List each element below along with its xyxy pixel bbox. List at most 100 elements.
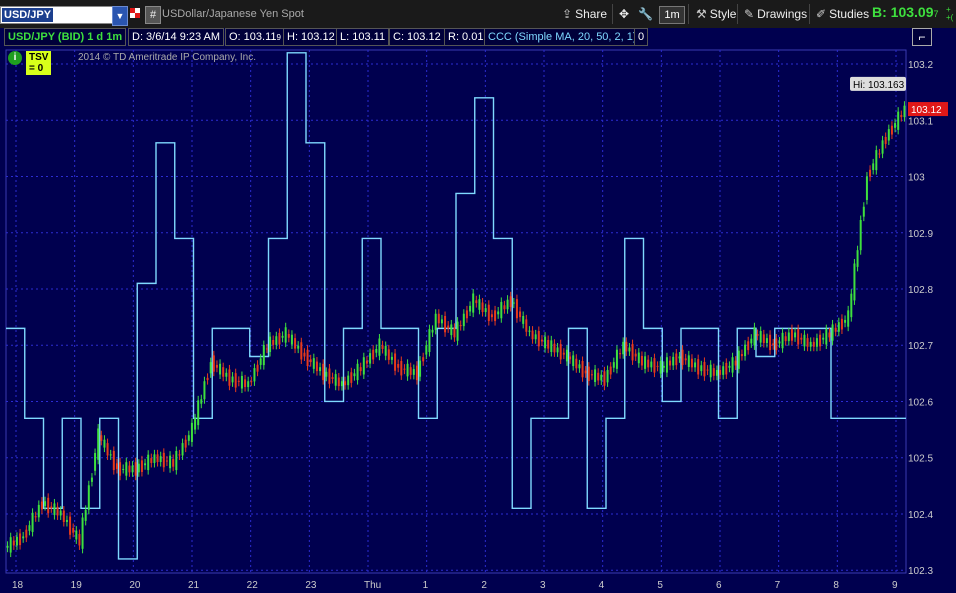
candle-body xyxy=(481,302,484,313)
studies-label: Studies xyxy=(829,7,870,21)
candle-body xyxy=(487,304,490,322)
price-chart[interactable]: 103.2 103.1 103 102.9 102.8 102.7 102.6 102.5 10… xyxy=(0,28,956,593)
candle-body xyxy=(647,359,650,368)
candle-body xyxy=(403,368,406,370)
candle-body xyxy=(269,336,272,352)
candle-body xyxy=(156,454,159,463)
candle-body xyxy=(894,123,897,128)
symbol-flag-icon[interactable] xyxy=(130,8,140,18)
candle-body xyxy=(637,352,640,364)
candle-body xyxy=(840,318,843,330)
last-price-label: 103.12 xyxy=(911,105,942,116)
time-tick-label: 3 xyxy=(540,580,546,591)
candle-body xyxy=(628,347,631,352)
tsv-indicator-line xyxy=(6,52,906,560)
candle-body xyxy=(812,341,815,347)
timeframe-button[interactable]: 1m xyxy=(659,6,685,24)
candle-body xyxy=(181,443,184,456)
candle-body xyxy=(862,206,865,217)
candle-body xyxy=(315,361,318,372)
candle-body xyxy=(272,339,275,345)
candle-body xyxy=(634,353,637,357)
candle-body xyxy=(572,355,575,367)
candle-body xyxy=(612,362,615,368)
style-button[interactable]: ⚒ Style xyxy=(692,4,740,24)
candle-body xyxy=(694,362,697,368)
studies-button[interactable]: ✐ Studies xyxy=(812,4,873,24)
candle-body xyxy=(47,497,50,514)
candle-body xyxy=(900,115,903,118)
time-tick-label: 4 xyxy=(599,580,605,591)
candle-body xyxy=(25,529,28,538)
candle-body xyxy=(865,176,868,200)
candle-body xyxy=(750,338,753,344)
candle-body xyxy=(284,327,287,343)
symbol-dropdown-chevron-icon[interactable]: ▼ xyxy=(112,6,128,26)
candle-body xyxy=(347,375,350,386)
candle-body xyxy=(762,334,765,343)
wrench-button[interactable]: 🔧 xyxy=(634,4,657,24)
tsv-badge[interactable]: TSV = 0 xyxy=(26,51,52,75)
candle-body xyxy=(384,345,387,356)
candle-body xyxy=(265,348,268,350)
candle-body xyxy=(884,136,887,144)
candle-body xyxy=(350,372,353,383)
candle-body xyxy=(294,338,297,349)
candle-body xyxy=(759,330,762,343)
candle-body xyxy=(831,324,834,341)
candle-body xyxy=(850,293,853,318)
style-label: Style xyxy=(709,7,737,21)
candle-body xyxy=(687,355,690,367)
candle-body xyxy=(465,310,468,319)
candle-body xyxy=(237,380,240,382)
hash-button[interactable]: # xyxy=(145,6,161,24)
wrench-icon: 🔧 xyxy=(638,7,653,21)
crosshair-button[interactable]: ✥ xyxy=(615,4,633,24)
candle-body xyxy=(194,418,197,430)
candle-body xyxy=(106,443,109,456)
price-tick-label: 102.3 xyxy=(908,566,933,577)
candle-body xyxy=(444,315,447,333)
candle-body xyxy=(278,332,281,345)
candle-body xyxy=(500,301,503,319)
candle-body xyxy=(303,352,306,357)
candle-body xyxy=(537,330,540,347)
share-button[interactable]: ⇪ Share xyxy=(558,4,611,24)
symbol-input[interactable]: USD/JPY xyxy=(0,6,114,24)
candle-body xyxy=(419,360,422,377)
candle-body xyxy=(631,344,634,361)
candle-body xyxy=(387,349,390,360)
candle-body xyxy=(881,140,884,154)
divider xyxy=(612,4,613,24)
candle-body xyxy=(725,362,728,375)
candle-body xyxy=(722,366,725,375)
candle-body xyxy=(547,339,550,349)
candle-body xyxy=(247,381,250,388)
candle-body xyxy=(147,454,150,471)
time-tick-label: 1 xyxy=(423,580,429,591)
candle-body xyxy=(587,366,590,382)
candle-body xyxy=(122,468,125,470)
candle-body xyxy=(328,368,331,384)
candle-body xyxy=(456,321,459,341)
candle-body xyxy=(706,369,709,371)
chart-area[interactable]: USD/JPY (BID) 1 d 1m D: 3/6/14 9:23 AM O… xyxy=(0,28,956,593)
drawings-button[interactable]: ✎ Drawings xyxy=(740,4,811,24)
candle-body xyxy=(875,150,878,171)
info-icon[interactable]: i xyxy=(8,51,22,65)
copyright-text: 2014 © TD Ameritrade IP Company, Inc. xyxy=(78,52,257,63)
candle-body xyxy=(656,365,659,367)
candle-body xyxy=(781,332,784,349)
candle-body xyxy=(12,540,15,546)
candle-body xyxy=(31,512,34,532)
candle-body xyxy=(390,356,393,360)
candle-body xyxy=(678,356,681,359)
candle-body xyxy=(119,462,122,476)
candle-body xyxy=(640,355,643,366)
candle-body xyxy=(253,368,256,382)
candle-body xyxy=(53,503,56,516)
candle-body xyxy=(40,501,43,510)
candle-body xyxy=(769,334,772,351)
candle-body xyxy=(281,335,284,338)
candle-body xyxy=(256,364,259,372)
